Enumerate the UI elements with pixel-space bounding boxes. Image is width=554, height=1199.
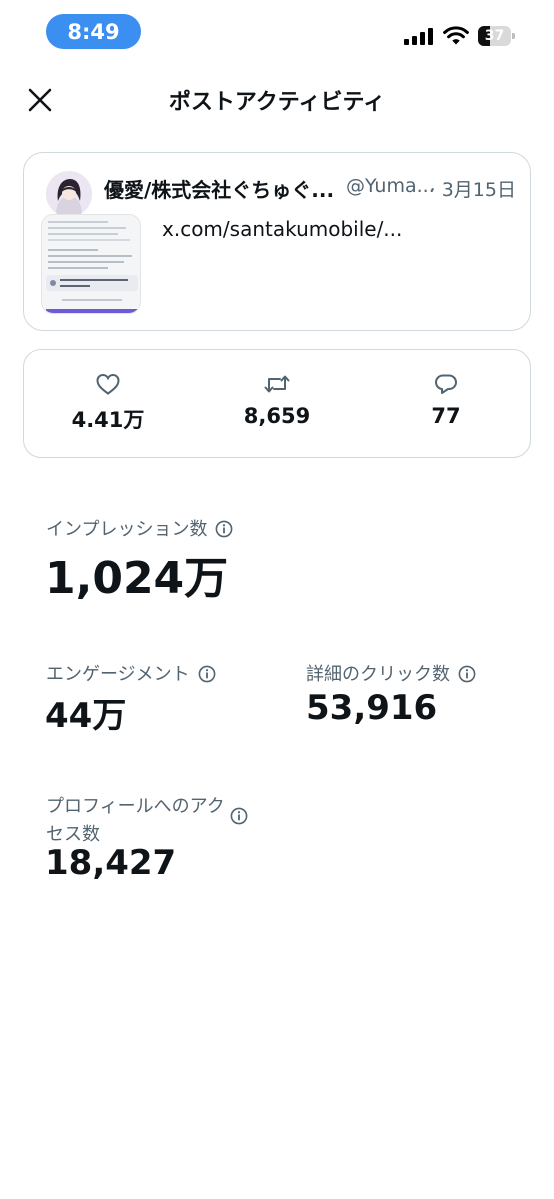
profile-visits-label: プロフィールへのアク セス数 — [46, 796, 225, 845]
detail-clicks-value: 53,916 — [306, 688, 438, 728]
battery-level: 37 — [484, 28, 505, 44]
status-bar: 8:49 37 — [0, 0, 554, 64]
replies-count: 77 — [431, 404, 461, 428]
engagements-value: 44万 — [45, 696, 127, 736]
heart-icon — [96, 373, 120, 395]
reposts-stat: 8,659 — [217, 372, 337, 428]
header: ポストアクティビティ — [0, 70, 554, 126]
time-display: 8:49 — [46, 14, 141, 49]
post-date: · 3月15日 — [429, 179, 516, 201]
battery-icon: 37 — [478, 26, 516, 46]
post-thumbnail[interactable] — [41, 214, 141, 314]
engagements-label: エンゲージメント — [46, 660, 216, 686]
info-icon[interactable] — [198, 665, 216, 683]
likes-count: 4.41万 — [71, 408, 145, 432]
info-icon[interactable] — [215, 520, 233, 538]
likes-stat: 4.41万 — [48, 372, 168, 434]
avatar[interactable] — [46, 171, 92, 217]
repost-icon — [264, 375, 290, 393]
reposts-count: 8,659 — [243, 404, 311, 428]
profile-visits-value: 18,427 — [45, 843, 177, 883]
page-title: ポストアクティビティ — [168, 90, 386, 115]
engagement-summary: 4.41万 8,659 77 — [23, 349, 531, 458]
post-card[interactable]: 優愛/株式会社ぐちゅぐ... @Yuma... · 3月15日 x.com/sa… — [23, 152, 531, 331]
detail-clicks-label: 詳細のクリック数 — [306, 660, 476, 686]
impressions-value: 1,024万 — [45, 553, 229, 604]
replies-stat: 77 — [386, 372, 506, 428]
wifi-icon — [443, 26, 469, 45]
post-link[interactable]: x.com/santakumobile/... — [162, 217, 512, 241]
cellular-signal-icon — [404, 27, 434, 45]
reply-icon — [435, 374, 457, 394]
impressions-label: インプレッション数 — [46, 515, 233, 541]
info-icon[interactable] — [230, 807, 248, 825]
author-name[interactable]: 優愛/株式会社ぐちゅぐ... — [104, 174, 336, 203]
info-icon[interactable] — [458, 665, 476, 683]
